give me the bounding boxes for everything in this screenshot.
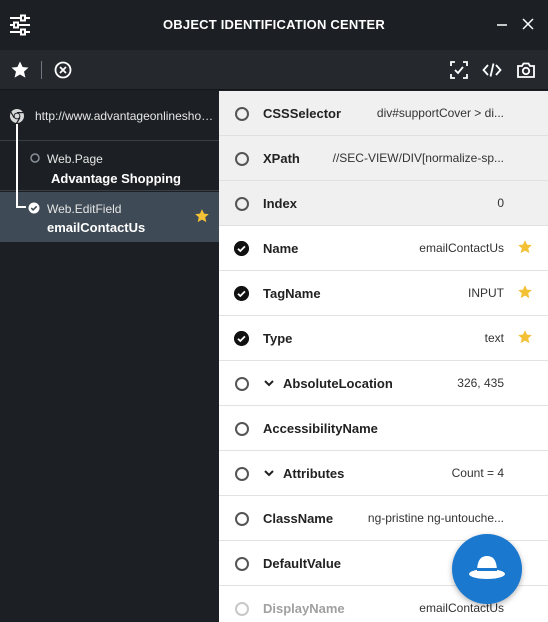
property-label: Name: [263, 241, 299, 256]
radio-button[interactable]: [235, 602, 249, 616]
star-icon[interactable]: [517, 284, 533, 300]
radio-button[interactable]: [235, 422, 249, 436]
property-label: DisplayName: [263, 601, 345, 616]
property-row[interactable]: Name emailContactUs: [219, 226, 548, 271]
minimize-icon[interactable]: [494, 16, 510, 32]
property-row[interactable]: TagName INPUT: [219, 271, 548, 316]
property-row[interactable]: Index 0: [219, 181, 548, 226]
property-label: ClassName: [263, 511, 334, 526]
property-value: Count = 4: [451, 466, 504, 480]
checked-radio-icon[interactable]: [234, 286, 249, 301]
star-icon[interactable]: [10, 60, 30, 80]
property-value: 326, 435: [457, 376, 504, 390]
radio-button[interactable]: [235, 152, 249, 166]
tree-item-edit-field[interactable]: Web.EditField emailContactUs: [0, 192, 219, 242]
check-circle-icon: [28, 202, 40, 214]
browser-url: http://www.advantageonlineshopping.com: [35, 109, 215, 123]
title-bar: OBJECT IDENTIFICATION CENTER: [0, 0, 548, 50]
property-value: text: [484, 331, 504, 345]
toolbar: [0, 50, 548, 90]
property-label: Index: [263, 196, 297, 211]
tree-item-type: Web.EditField: [47, 202, 122, 216]
tree-connector: [16, 206, 26, 208]
toolbar-separator: [41, 61, 42, 79]
target-icon[interactable]: [449, 60, 469, 80]
property-row[interactable]: ClassName ng-pristine ng-untouche...: [219, 496, 548, 541]
chevron-down-icon[interactable]: [263, 468, 275, 478]
tree-item-browser[interactable]: http://www.advantageonlineshopping.com: [0, 91, 219, 141]
property-label: AbsoluteLocation: [283, 376, 393, 391]
star-icon[interactable]: [517, 239, 533, 255]
camera-icon[interactable]: [516, 60, 536, 80]
property-label: AccessibilityName: [263, 421, 378, 436]
property-row[interactable]: XPath //SEC-VIEW/DIV[normalize-sp...: [219, 136, 548, 181]
tree-item-name: Advantage Shopping: [51, 171, 181, 186]
property-row[interactable]: AbsoluteLocation 326, 435: [219, 361, 548, 406]
property-value: //SEC-VIEW/DIV[normalize-sp...: [332, 151, 504, 165]
checked-radio-icon[interactable]: [234, 331, 249, 346]
tree-connector: [16, 124, 18, 208]
property-row[interactable]: Type text: [219, 316, 548, 361]
code-icon[interactable]: [482, 60, 502, 80]
hat-icon: [469, 556, 505, 579]
radio-button[interactable]: [235, 377, 249, 391]
property-value: emailContactUs: [419, 241, 504, 255]
property-label: XPath: [263, 151, 300, 166]
close-icon[interactable]: [520, 16, 536, 32]
property-value: INPUT: [468, 286, 504, 300]
property-value: 0: [497, 196, 504, 210]
radio-button[interactable]: [235, 467, 249, 481]
property-row[interactable]: CSSSelector div#supportCover > di...: [219, 91, 548, 136]
property-label: Attributes: [283, 466, 345, 481]
property-row[interactable]: Attributes Count = 4: [219, 451, 548, 496]
property-value: ng-pristine ng-untouche...: [367, 511, 504, 525]
object-tree: http://www.advantageonlineshopping.com W…: [0, 91, 219, 622]
chrome-icon: [10, 109, 24, 124]
radio-button[interactable]: [235, 512, 249, 526]
radio-button[interactable]: [235, 557, 249, 571]
checked-radio-icon[interactable]: [234, 241, 249, 256]
window-title: OBJECT IDENTIFICATION CENTER: [162, 17, 386, 32]
tree-item-type: Web.Page: [47, 152, 103, 166]
star-icon[interactable]: [517, 329, 533, 345]
property-row[interactable]: AccessibilityName: [219, 406, 548, 451]
circle-x-icon[interactable]: [53, 60, 73, 80]
tree-item-web-page[interactable]: Web.Page Advantage Shopping: [0, 142, 219, 191]
property-value: div#supportCover > di...: [376, 106, 504, 120]
chevron-down-icon[interactable]: [263, 378, 275, 388]
property-label: CSSSelector: [263, 106, 342, 121]
property-label: Type: [263, 331, 293, 346]
hat-button[interactable]: [452, 534, 522, 604]
radio-icon: [30, 153, 40, 163]
star-icon[interactable]: [194, 208, 210, 224]
radio-button[interactable]: [235, 107, 249, 121]
tree-item-name: emailContactUs: [47, 220, 146, 235]
radio-button[interactable]: [235, 197, 249, 211]
property-label: TagName: [263, 286, 321, 301]
property-label: DefaultValue: [263, 556, 342, 571]
